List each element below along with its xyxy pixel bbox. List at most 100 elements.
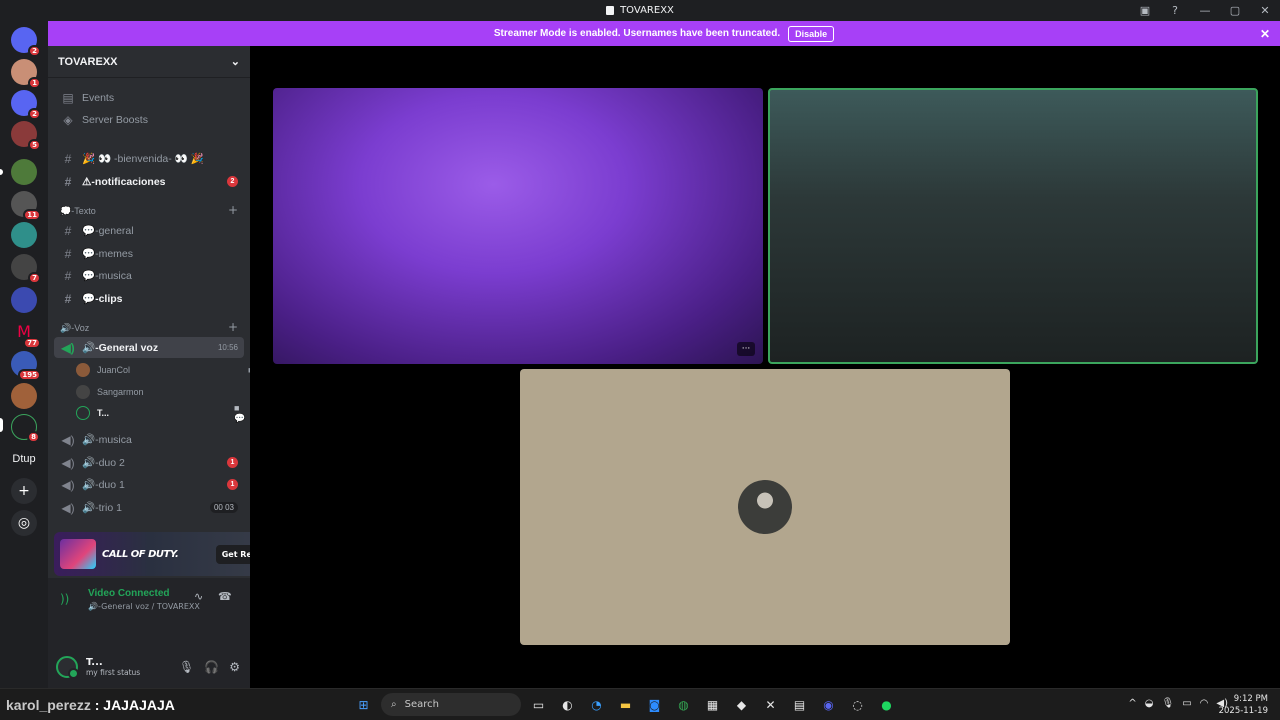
- wifi-icon[interactable]: ◠: [1200, 698, 1209, 709]
- server-boosts-item[interactable]: ◈ Server Boosts: [54, 109, 244, 130]
- voice-user[interactable]: Sangarmon: [76, 382, 144, 402]
- app-icon: [606, 6, 615, 15]
- discover-icon[interactable]: ◎: [11, 510, 37, 536]
- video-icon: ■ 💬: [234, 402, 246, 423]
- headphones-icon[interactable]: 🎧: [204, 660, 219, 674]
- voice-status: Video Connected: [88, 588, 170, 599]
- app-tray-icon[interactable]: ◒: [1145, 698, 1154, 709]
- server-icon[interactable]: M 77: [11, 319, 41, 349]
- voice-channel-trio-1[interactable]: ◀) 🔊-trio 1 00 03: [54, 497, 244, 518]
- minimize-button[interactable]: —: [1190, 0, 1220, 21]
- system-tray: ^ ◒ 🎙 ▭ ◠ ◀): [1128, 698, 1228, 709]
- hash-icon: #: [64, 268, 72, 283]
- channel-general[interactable]: # 💬-general: [54, 220, 244, 241]
- channel-bienvenida[interactable]: # 🎉 👀 -bienvenida- 👀 🎉: [54, 148, 244, 169]
- hash-icon: #: [64, 174, 72, 189]
- more-options-icon[interactable]: ···: [737, 342, 755, 356]
- store-icon[interactable]: ▦: [701, 693, 724, 716]
- noise-suppression-icon[interactable]: ∿: [194, 590, 203, 603]
- display-icon[interactable]: ▭: [1182, 698, 1191, 709]
- server-icon[interactable]: [11, 287, 37, 313]
- chevron-up-icon[interactable]: ^: [1128, 698, 1136, 709]
- voice-channel-duo-2[interactable]: ◀) 🔊-duo 21: [54, 452, 244, 473]
- help-icon[interactable]: ?: [1160, 0, 1190, 21]
- notepad-icon[interactable]: ▤: [788, 693, 811, 716]
- start-icon[interactable]: ⊞: [352, 693, 375, 716]
- server-header[interactable]: TOVAREXX ⌄: [48, 46, 250, 78]
- voice-channel-musica[interactable]: ◀) 🔊-musica: [54, 429, 244, 450]
- microphone-icon[interactable]: 🎙: [179, 660, 194, 674]
- clock[interactable]: 9:12 PM 2025-11-19: [1219, 693, 1268, 717]
- copilot-icon[interactable]: ◐: [556, 693, 579, 716]
- channel-memes[interactable]: # 💬-memes: [54, 243, 244, 264]
- server-icon[interactable]: 5: [11, 121, 41, 151]
- chrome-icon[interactable]: ◍: [672, 693, 695, 716]
- obs-icon[interactable]: ◌: [846, 693, 869, 716]
- server-icon[interactable]: [11, 159, 37, 185]
- channel-clips[interactable]: # 💬-clips: [54, 288, 244, 309]
- chat-overlay: karol_perezz : JAJAJAJA: [6, 697, 175, 713]
- window-title: TOVAREXX: [606, 5, 674, 16]
- edge-icon[interactable]: ◔: [585, 693, 608, 716]
- speaker-icon: ◀): [61, 477, 75, 492]
- hash-icon: #: [64, 223, 72, 238]
- file-explorer-icon[interactable]: ▬: [614, 693, 637, 716]
- home-icon[interactable]: 2: [11, 27, 41, 57]
- video-tile-1[interactable]: ···: [273, 88, 763, 364]
- search-icon: ⌕: [391, 699, 397, 710]
- disconnect-icon[interactable]: ☎: [218, 590, 232, 603]
- voice-channel-duo-1[interactable]: ◀) 🔊-duo 11: [54, 474, 244, 495]
- close-button[interactable]: ✕: [1250, 0, 1280, 21]
- add-channel-icon[interactable]: +: [228, 203, 238, 217]
- video-tile-3[interactable]: [520, 369, 1010, 645]
- voice-user[interactable]: JuanCol■: [76, 360, 253, 380]
- unread-badge: 2: [227, 176, 238, 187]
- voice-user-self[interactable]: T... ■ 💬: [76, 403, 245, 423]
- discord-icon[interactable]: ◉: [817, 693, 840, 716]
- maximize-button[interactable]: ▢: [1220, 0, 1250, 21]
- chevron-down-icon: ⌄: [230, 56, 240, 68]
- add-server-icon[interactable]: +: [11, 478, 37, 504]
- speaker-icon: ◀): [61, 455, 75, 470]
- user-panel: T... my first status 🎙 🎧 ⚙: [48, 646, 250, 688]
- title-bar: TOVAREXX ▣ ? — ▢ ✕: [0, 0, 1280, 21]
- add-channel-icon[interactable]: +: [228, 320, 238, 334]
- search-box[interactable]: ⌕ Search: [381, 693, 521, 716]
- hash-icon: #: [64, 151, 72, 166]
- server-icon[interactable]: 7: [11, 254, 41, 284]
- app-icon[interactable]: ◆: [730, 693, 753, 716]
- microphone-icon[interactable]: 🎙: [1162, 698, 1175, 709]
- server-list: 2 1 2 5 11 7 M 77 195 8 Dtup + ◎: [0, 21, 48, 688]
- channel-notificaciones[interactable]: # ⚠-notificaciones 2: [54, 171, 244, 192]
- streamer-mode-banner: Streamer Mode is enabled. Usernames have…: [48, 21, 1280, 46]
- close-icon[interactable]: ✕: [1260, 27, 1270, 41]
- outlook-icon[interactable]: ◙: [643, 693, 666, 716]
- voice-channel-general[interactable]: ◀) 🔊-General voz 10:56: [54, 337, 244, 358]
- dm-avatar[interactable]: 1: [11, 59, 41, 89]
- hash-icon: #: [64, 246, 72, 261]
- server-icon[interactable]: [11, 222, 37, 248]
- category-texto[interactable]: 💭-Texto: [60, 206, 96, 217]
- server-icon[interactable]: 11: [11, 191, 41, 221]
- server-icon[interactable]: 195: [11, 351, 41, 381]
- inbox-icon[interactable]: ▣: [1130, 0, 1160, 21]
- signal-icon[interactable]: )): [60, 592, 69, 606]
- task-view-icon[interactable]: ▭: [527, 693, 550, 716]
- spotify-icon[interactable]: ●: [875, 693, 898, 716]
- events-item[interactable]: ▤ Events: [54, 87, 244, 108]
- folder-label[interactable]: Dtup: [0, 453, 48, 465]
- server-icon-active[interactable]: 8: [11, 414, 40, 443]
- hash-icon: #: [64, 291, 72, 306]
- tools-icon[interactable]: ✕: [759, 693, 782, 716]
- channel-musica[interactable]: # 💬-musica: [54, 265, 244, 286]
- video-stage: ···: [250, 46, 1280, 688]
- video-tile-2[interactable]: [768, 88, 1258, 364]
- user-avatar[interactable]: [56, 656, 79, 679]
- calendar-icon: ▤: [62, 90, 74, 105]
- disable-button[interactable]: Disable: [788, 25, 835, 42]
- discord-server-icon[interactable]: 2: [11, 90, 41, 120]
- settings-gear-icon[interactable]: ⚙: [229, 660, 240, 674]
- category-voz[interactable]: 🔊-Voz: [60, 323, 89, 334]
- server-icon[interactable]: [11, 383, 37, 409]
- voice-location[interactable]: 🔊-General voz / TOVAREXX: [88, 602, 200, 611]
